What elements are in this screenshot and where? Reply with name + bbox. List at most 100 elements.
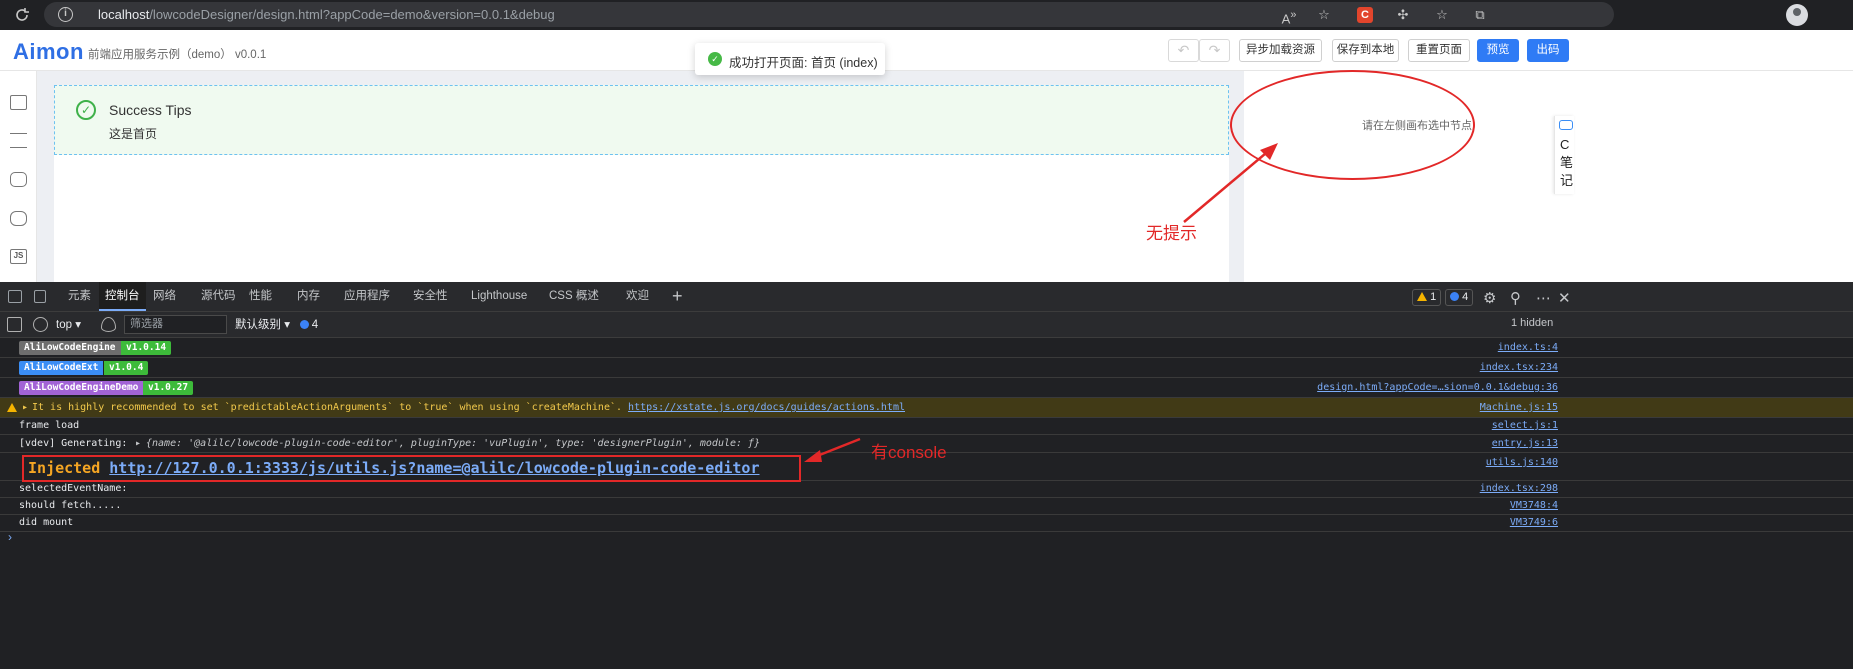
source-link[interactable]: Machine.js:15 xyxy=(1480,402,1558,413)
publish-button[interactable]: 出码 xyxy=(1527,39,1569,62)
warning-count-badge[interactable]: 1 xyxy=(1412,289,1442,306)
expand-icon[interactable]: ▸ xyxy=(22,402,28,413)
source-link[interactable]: index.ts:4 xyxy=(1498,342,1558,353)
warning-count: 1 xyxy=(1430,291,1437,303)
message-icon xyxy=(299,320,309,329)
reload-icon[interactable] xyxy=(12,5,32,25)
log-row: did mount VM3749:6 xyxy=(0,515,1853,532)
tab-application[interactable]: 应用程序 xyxy=(344,282,390,311)
url-host: localhost xyxy=(98,7,150,22)
url-path: /lowcodeDesigner/design.html?appCode=dem… xyxy=(149,7,555,22)
expand-icon[interactable]: ▸ xyxy=(135,438,141,449)
datasource-icon[interactable] xyxy=(10,211,27,226)
injected-url-link[interactable]: http://127.0.0.1:3333/js/utils.js?name=@… xyxy=(109,459,759,477)
plugin-icon[interactable] xyxy=(10,172,27,187)
js-icon[interactable]: JS xyxy=(10,249,27,264)
reset-page-button[interactable]: 重置页面 xyxy=(1408,39,1470,62)
save-local-button[interactable]: 保存到本地 xyxy=(1332,39,1399,62)
tab-elements[interactable]: 元素 xyxy=(68,282,91,311)
close-icon[interactable]: ✕ xyxy=(1558,289,1571,307)
filter-input[interactable]: 筛选器 xyxy=(124,315,227,334)
log-text: should fetch..... xyxy=(19,500,122,511)
log-row: AliLowCodeEngineDemo v1.0.27 design.html… xyxy=(0,378,1853,398)
notes-icon xyxy=(1559,120,1573,130)
collections-icon[interactable]: ☆ xyxy=(1432,5,1452,25)
log-tag: AliLowCodeEngineDemo xyxy=(19,381,144,395)
tab-css-overview[interactable]: CSS 概述 xyxy=(549,282,599,311)
redo-button[interactable]: ↷ xyxy=(1199,39,1230,62)
async-load-button[interactable]: 异步加载资源 xyxy=(1239,39,1322,62)
puzzle-icon[interactable]: ✣ xyxy=(1393,5,1413,25)
tab-sources[interactable]: 源代码 xyxy=(201,282,236,311)
annotation-has-console: 有console xyxy=(871,443,947,462)
warning-link[interactable]: https://xstate.js.org/docs/guides/action… xyxy=(628,402,905,413)
context-select[interactable]: top ▾ xyxy=(56,316,92,334)
level-select[interactable]: 默认级别 ▾ 4 xyxy=(235,316,318,334)
url-text[interactable]: localhost/lowcodeDesigner/design.html?ap… xyxy=(98,7,555,22)
extension-icon[interactable]: C xyxy=(1357,7,1373,23)
console-prompt[interactable]: › xyxy=(8,530,12,544)
annotation-no-hint: 无提示 xyxy=(1146,224,1197,243)
undo-button[interactable]: ↶ xyxy=(1168,39,1199,62)
log-row: AliLowCodeExt v1.0.4 index.tsx:234 xyxy=(0,358,1853,378)
tab-performance[interactable]: 性能 xyxy=(249,282,272,311)
tab-lighthouse[interactable]: Lighthouse xyxy=(471,282,527,311)
logo: Aimon xyxy=(13,39,84,64)
log-object[interactable]: {name: '@alilc/lowcode-plugin-code-edito… xyxy=(146,438,760,449)
settings-icon[interactable]: ⚙ xyxy=(1483,289,1496,307)
warning-message: It is highly recommended to set `predict… xyxy=(32,402,623,413)
read-aloud-icon[interactable]: A» xyxy=(1279,5,1299,26)
source-link[interactable]: VM3749:6 xyxy=(1510,517,1558,528)
warning-icon xyxy=(1417,292,1427,301)
source-link[interactable]: index.tsx:298 xyxy=(1480,483,1558,494)
log-text: [vdev] Generating: xyxy=(19,438,128,449)
tab-memory[interactable]: 内存 xyxy=(297,282,320,311)
add-tab-icon[interactable]: + xyxy=(672,286,683,307)
source-link[interactable]: utils.js:140 xyxy=(1486,457,1558,468)
check-circle-icon: ✓ xyxy=(76,100,96,120)
tab-network[interactable]: 网络 xyxy=(153,282,176,311)
warning-row: ▸ It is highly recommended to set `predi… xyxy=(0,398,1853,418)
more-icon[interactable]: ⋯ xyxy=(1536,289,1551,307)
log-text: frame load xyxy=(19,420,80,431)
eye-icon[interactable] xyxy=(101,317,116,332)
sidebar-toggle-icon[interactable] xyxy=(7,317,22,332)
tab-groups-icon[interactable]: ⧉ xyxy=(1470,5,1490,25)
preview-button[interactable]: 预览 xyxy=(1477,39,1519,62)
clear-console-icon[interactable] xyxy=(33,317,48,332)
app-title: 前端应用服务示例（demo） v0.0.1 xyxy=(88,49,267,61)
source-link[interactable]: entry.js:13 xyxy=(1492,438,1558,449)
log-row: AliLowCodeEngine v1.0.14 index.ts:4 xyxy=(0,338,1853,358)
address-bar[interactable]: i localhost/lowcodeDesigner/design.html?… xyxy=(44,2,1614,27)
side-notes-widget[interactable]: C 笔 记 xyxy=(1554,116,1574,194)
source-link[interactable]: design.html?appCode=…sion=0.0.1&debug:36 xyxy=(1317,382,1558,393)
source-link[interactable]: VM3748:4 xyxy=(1510,500,1558,511)
design-canvas[interactable]: ✓ Success Tips 这是首页 xyxy=(54,85,1229,298)
info-icon[interactable]: i xyxy=(58,7,73,22)
hidden-count: 1 hidden xyxy=(1511,317,1554,329)
customize-icon[interactable]: ⚲ xyxy=(1510,289,1521,307)
source-link[interactable]: index.tsx:234 xyxy=(1480,362,1558,373)
log-version: v1.0.14 xyxy=(121,341,172,355)
success-alert[interactable]: ✓ Success Tips 这是首页 xyxy=(54,85,1229,155)
injected-annotation-box: Injected http://127.0.0.1:3333/js/utils.… xyxy=(22,455,801,482)
profile-icon[interactable] xyxy=(1786,4,1808,26)
injected-log: Injected http://127.0.0.1:3333/js/utils.… xyxy=(28,459,760,477)
info-count-badge[interactable]: 4 xyxy=(1445,289,1474,306)
log-tag: AliLowCodeEngine xyxy=(19,341,121,355)
tab-welcome[interactable]: 欢迎 xyxy=(626,282,649,311)
component-tree-icon[interactable] xyxy=(10,133,27,148)
log-text: did mount xyxy=(19,517,74,528)
log-tag: AliLowCodeExt xyxy=(19,361,104,375)
warning-icon xyxy=(7,403,17,412)
tab-console[interactable]: 控制台 xyxy=(99,282,146,311)
favorite-icon[interactable]: ☆ xyxy=(1314,5,1334,25)
inspect-icon[interactable] xyxy=(8,290,22,303)
outline-icon[interactable] xyxy=(10,95,27,110)
context-value: top xyxy=(56,319,72,331)
source-link[interactable]: select.js:1 xyxy=(1492,420,1558,431)
alert-title: Success Tips xyxy=(109,102,192,118)
annotation-arrow-icon xyxy=(804,437,861,462)
tab-security[interactable]: 安全性 xyxy=(413,282,448,311)
device-toolbar-icon[interactable] xyxy=(34,290,46,303)
